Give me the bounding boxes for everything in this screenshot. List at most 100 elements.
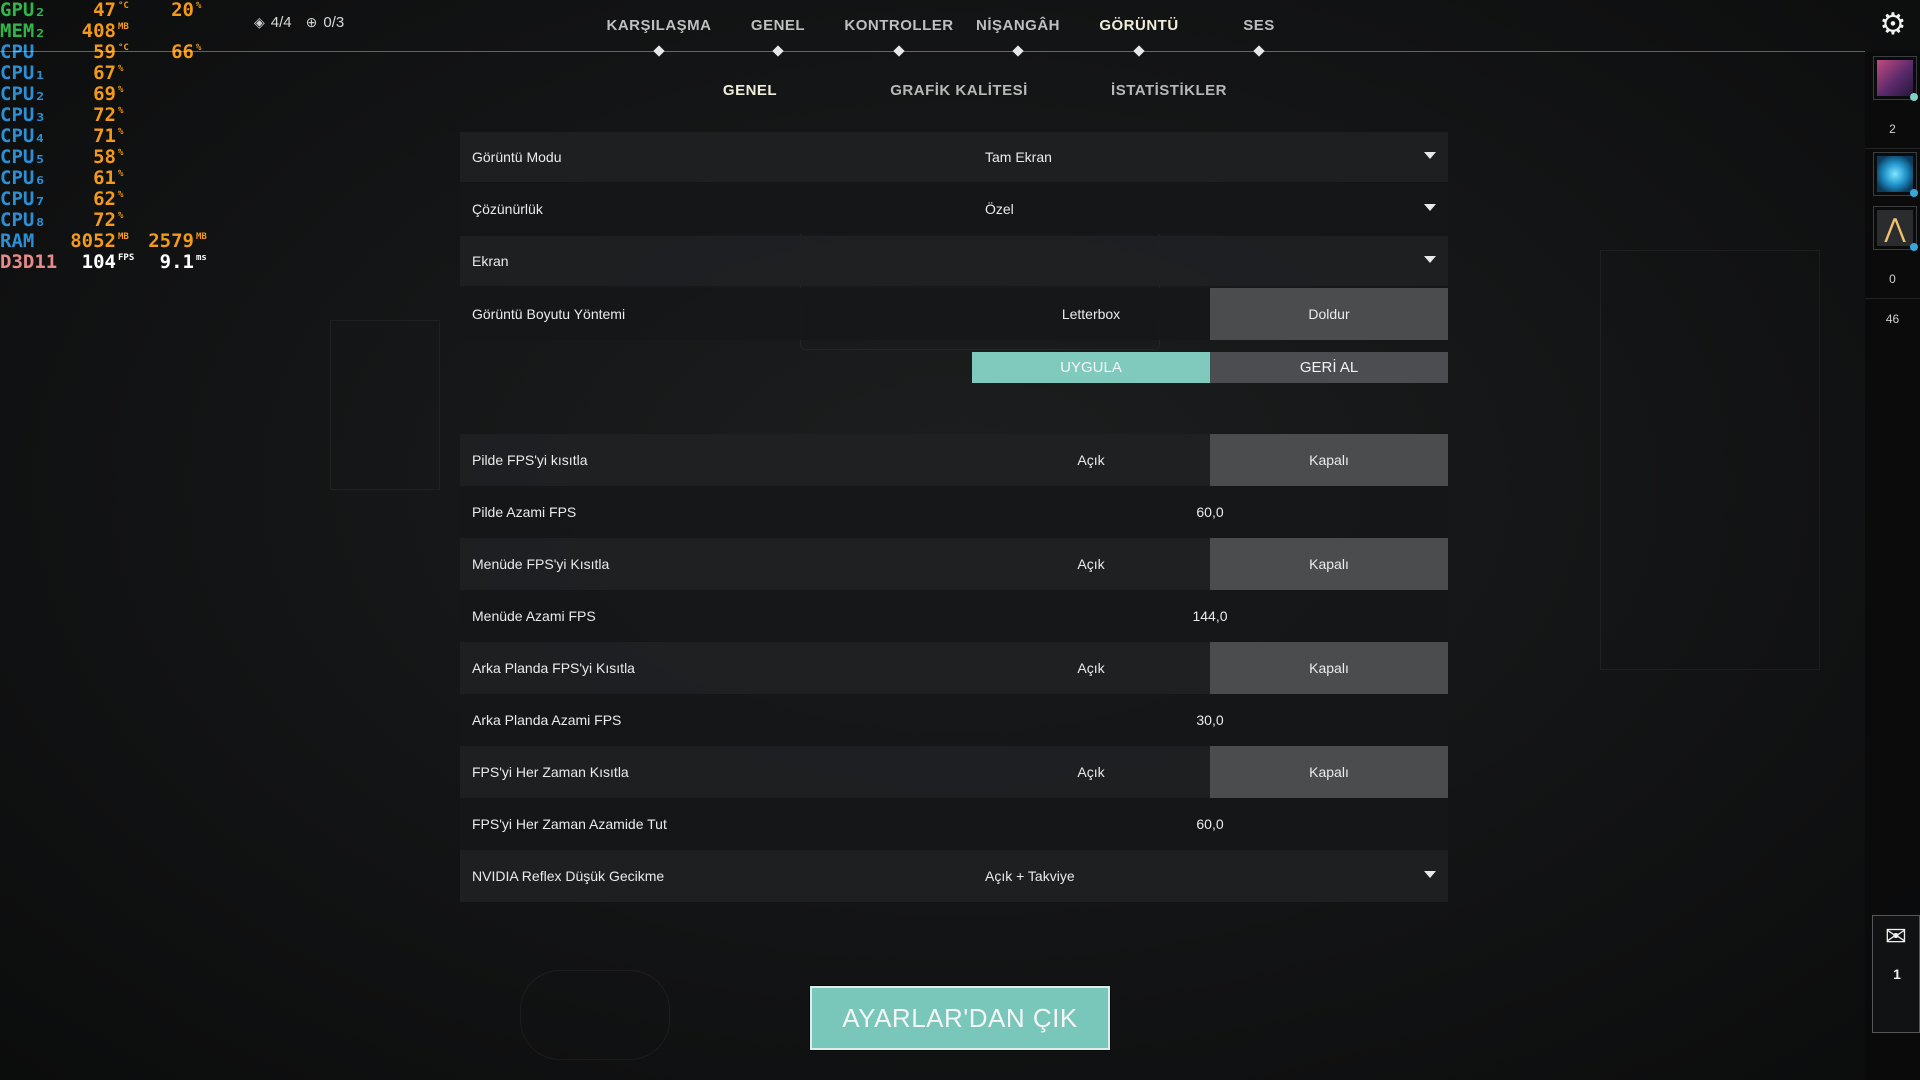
count-c: 46 [1885, 312, 1900, 326]
osd-unit: MB [196, 232, 207, 242]
on-option[interactable]: Açık [972, 538, 1210, 590]
setting-monitor: Ekran [460, 236, 1448, 286]
osd-unit: % [118, 127, 124, 137]
caret-down-icon [1424, 152, 1436, 159]
tab-general[interactable]: GENEL [751, 17, 805, 34]
apply-button[interactable]: UYGULA [972, 352, 1210, 383]
on-option[interactable]: Açık [972, 434, 1210, 486]
setting-label: FPS'yi Her Zaman Kısıtla [472, 764, 629, 780]
count-a: 2 [1889, 122, 1896, 136]
osd-unit: % [118, 106, 124, 116]
osd-value: 61 [93, 167, 116, 189]
setting-limit-fps-background: Arka Planda FPS'yi Kısıtla Açık Kapalı [460, 642, 1448, 694]
osd-unit: FPS [118, 253, 135, 263]
subtab-general[interactable]: GENEL [723, 82, 777, 99]
dropdown-value: Tam Ekran [985, 149, 1052, 165]
setting-label: Görüntü Boyutu Yöntemi [472, 306, 626, 322]
nav-marker-active [1133, 45, 1145, 57]
osd-unit: % [118, 211, 124, 221]
osd-unit: % [118, 169, 124, 179]
max-fps-menu-value[interactable]: 144,0 [972, 590, 1448, 642]
mail-button[interactable]: ✉ 1 [1872, 915, 1920, 1033]
setting-max-fps-always: FPS'yi Her Zaman Azamide Tut 60,0 [460, 798, 1448, 850]
nav-marker [893, 45, 905, 57]
osd-value: 8052 [70, 230, 116, 252]
monitor-dropdown[interactable] [972, 236, 1448, 286]
osd-value: 72 [93, 104, 116, 126]
player-avatar[interactable] [1873, 56, 1918, 101]
osd-row: D3D11 104 FPS 9.1 ms [0, 252, 240, 273]
nav-marker [653, 45, 665, 57]
tab-crosshair[interactable]: NİŞANGÂH [976, 17, 1060, 34]
subtab-graphics-quality[interactable]: GRAFİK KALİTESİ [890, 82, 1028, 99]
osd-row: CPU₅ 58% [0, 147, 240, 168]
osd-row: CPU₈ 72% [0, 210, 240, 231]
setting-max-fps-background: Arka Planda Azami FPS 30,0 [460, 694, 1448, 746]
osd-row: CPU₄ 71% [0, 126, 240, 147]
setting-max-fps-battery: Pilde Azami FPS 60,0 [460, 486, 1448, 538]
fill-option[interactable]: Doldur [1210, 288, 1448, 340]
setting-label: Pilde FPS'yi kısıtla [472, 452, 588, 468]
osd-label: CPU₆ [0, 167, 46, 189]
subtab-stats[interactable]: İSTATİSTİKLER [1111, 82, 1227, 99]
off-option[interactable]: Kapalı [1210, 538, 1448, 590]
caret-down-icon [1424, 871, 1436, 878]
mail-count: 1 [1893, 966, 1901, 982]
tab-video[interactable]: GÖRÜNTÜ [1099, 17, 1178, 34]
osd-row: CPU₆ 61% [0, 168, 240, 189]
osd-value: 9.1 [159, 251, 194, 273]
envelope-icon: ✉ [1885, 921, 1907, 951]
max-fps-battery-value[interactable]: 60,0 [972, 486, 1448, 538]
online-status-icon [1910, 93, 1918, 101]
caret-down-icon [1424, 256, 1436, 263]
setting-label: Pilde Azami FPS [472, 504, 577, 520]
setting-label: Arka Planda FPS'yi Kısıtla [472, 660, 635, 676]
nav-marker [1253, 45, 1265, 57]
osd-unit: ms [196, 253, 207, 263]
setting-max-fps-menu: Menüde Azami FPS 144,0 [460, 590, 1448, 642]
nav-marker [1012, 45, 1024, 57]
sub-nav: GENEL GRAFİK KALİTESİ İSTATİSTİKLER [0, 82, 1920, 106]
osd-label: D3D11 [0, 251, 58, 273]
display-mode-dropdown[interactable]: Tam Ekran [972, 132, 1448, 182]
on-option[interactable]: Açık [972, 746, 1210, 798]
setting-label: Çözünürlük [472, 201, 543, 217]
setting-display-mode: Görüntü Modu Tam Ekran [460, 132, 1448, 182]
rank-chevron-icon[interactable]: ⋀ [1873, 206, 1918, 251]
osd-unit: % [118, 190, 124, 200]
osd-row: RAM 8052 MB 2579 MB [0, 231, 240, 252]
setting-label: Menüde Azami FPS [472, 608, 596, 624]
divider [1865, 148, 1920, 149]
count-b: 0 [1889, 272, 1896, 286]
right-sidebar: 2 ⋀ 0 46 ✉ 1 [1865, 52, 1920, 1080]
revert-button[interactable]: GERİ AL [1210, 352, 1448, 383]
off-option[interactable]: Kapalı [1210, 642, 1448, 694]
osd-label: CPU₇ [0, 188, 46, 210]
letterbox-option[interactable]: Letterbox [972, 288, 1210, 340]
exit-settings-button[interactable]: AYARLAR'DAN ÇIK [810, 986, 1110, 1050]
osd-unit: % [118, 64, 124, 74]
divider [1865, 298, 1920, 299]
tab-audio[interactable]: SES [1243, 17, 1275, 34]
setting-label: Ekran [472, 253, 509, 269]
max-fps-always-value[interactable]: 60,0 [972, 798, 1448, 850]
on-option[interactable]: Açık [972, 642, 1210, 694]
resolution-dropdown[interactable]: Özel [972, 184, 1448, 234]
osd-value: 104 [81, 251, 116, 273]
osd-unit: % [118, 148, 124, 158]
dropdown-value: Özel [985, 201, 1014, 217]
osd-label: CPU₃ [0, 104, 46, 126]
osd-value: 72 [93, 209, 116, 231]
setting-aspect-method: Görüntü Boyutu Yöntemi Letterbox Doldur [460, 288, 1448, 340]
osd-label: CPU₄ [0, 125, 46, 147]
max-fps-background-value[interactable]: 30,0 [972, 694, 1448, 746]
status-dot-icon [1910, 189, 1918, 197]
osd-row: CPU₃ 72% [0, 105, 240, 126]
spinner-card-icon[interactable] [1873, 152, 1918, 197]
tab-match[interactable]: KARŞILAŞMA [607, 17, 712, 34]
reflex-dropdown[interactable]: Açık + Takviye [972, 850, 1448, 902]
gear-icon[interactable]: ⚙ [1878, 10, 1908, 40]
off-option[interactable]: Kapalı [1210, 434, 1448, 486]
off-option[interactable]: Kapalı [1210, 746, 1448, 798]
tab-controls[interactable]: KONTROLLER [844, 17, 953, 34]
